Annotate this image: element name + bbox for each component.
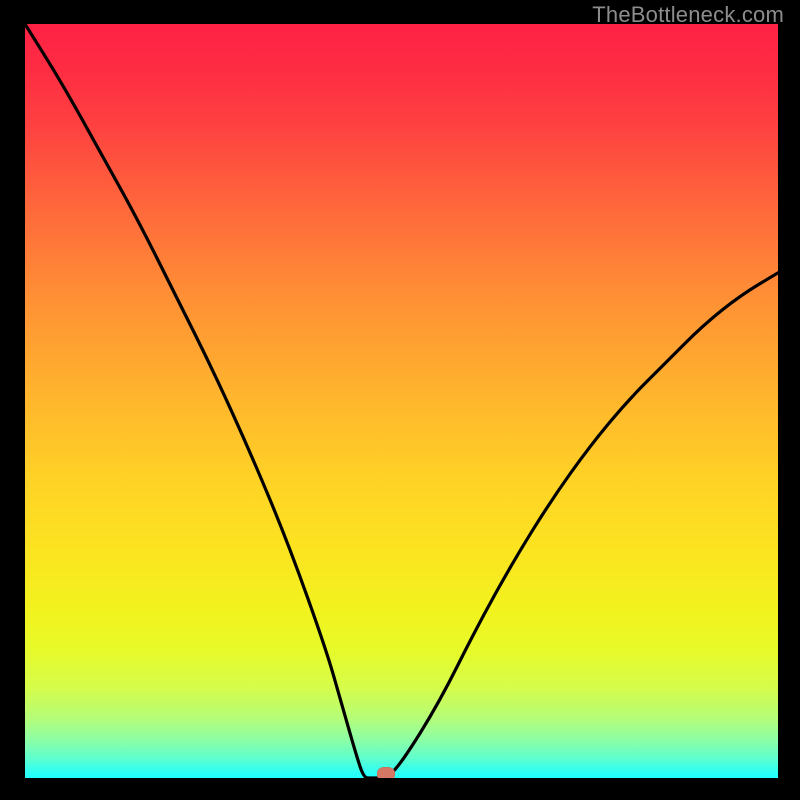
chart-container: TheBottleneck.com xyxy=(0,0,800,800)
bottleneck-curve xyxy=(25,24,778,778)
plot-area xyxy=(25,24,778,778)
optimum-marker xyxy=(377,767,395,778)
curve-layer xyxy=(25,24,778,778)
watermark-text: TheBottleneck.com xyxy=(592,2,784,28)
